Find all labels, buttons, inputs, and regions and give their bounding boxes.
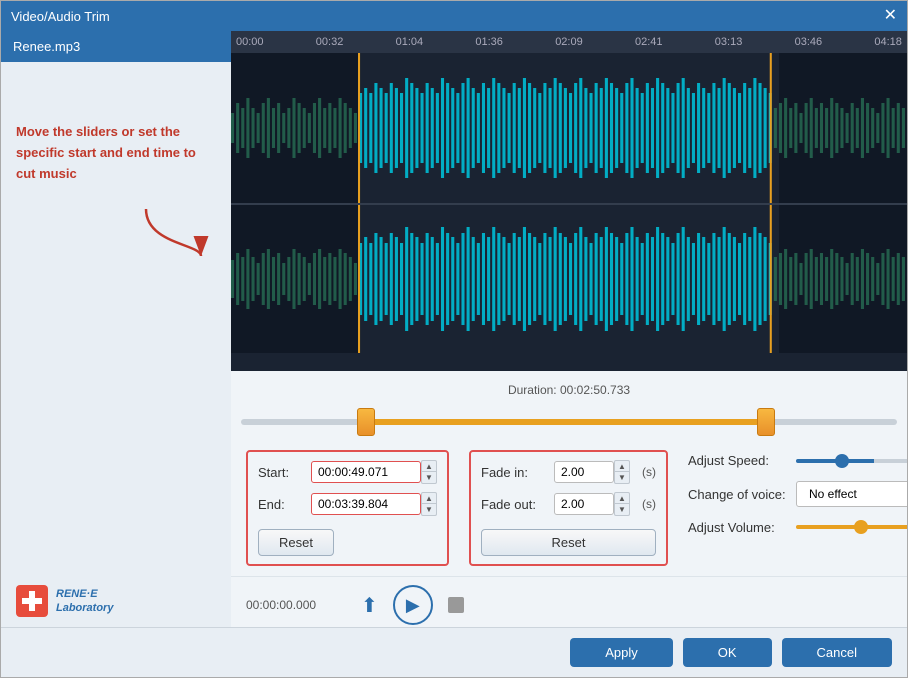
time-mark-2: 01:04 [396,36,424,48]
waveform-svg-2 [231,205,907,353]
time-mark-8: 04:18 [874,36,902,48]
spacer2 [258,516,437,524]
fade-in-input-group: ▲ ▼ [554,460,630,484]
end-spinner: ▲ ▼ [421,492,437,516]
arrow-area [16,204,216,264]
logo-icon [16,585,48,617]
main-area: Renee.mp3 Move the sliders or set the sp… [1,31,907,627]
time-mark-5: 02:41 [635,36,663,48]
speed-slider[interactable] [796,459,907,463]
logo-line1: RENE·E [56,587,113,601]
content-area: 00:00 00:32 01:04 01:36 02:09 02:41 03:1… [231,31,907,627]
end-input-group: ▲ ▼ [311,492,437,516]
timeline: 00:00 00:32 01:04 01:36 02:09 02:41 03:1… [231,31,907,53]
slider-area [231,409,907,440]
fade-in-unit: (s) [642,465,656,479]
speed-row: Adjust Speed: X ▶ [688,450,907,471]
fade-in-row: Fade in: ▲ ▼ (s) [481,460,656,484]
fade-reset-button[interactable]: Reset [481,529,656,556]
start-row: Start: ▲ ▼ [258,460,437,484]
sidebar-filename: Renee.mp3 [1,31,231,62]
left-trim-handle[interactable] [357,408,375,436]
speed-label: Adjust Speed: [688,453,788,468]
waveform-track-1 [231,53,907,203]
footer: Apply OK Cancel [1,627,907,677]
time-mark-0: 00:00 [236,36,264,48]
fade-out-input[interactable] [554,493,614,515]
hint-text: Move the sliders or set the specific sta… [16,122,216,184]
playback-row: 00:00:00.000 ⬆ ▶ [231,576,907,627]
waveform-track-2 [231,205,907,353]
fade-in-input[interactable] [554,461,614,483]
duration-value: 00:02:50.733 [560,383,630,397]
volume-row: Adjust Volume: % [688,517,907,537]
params-area: Start: ▲ ▼ End: [231,440,907,576]
arrow-icon [136,204,216,264]
duration-row: Duration: 00:02:50.733 [231,371,907,409]
start-decrement[interactable]: ▼ [421,472,437,484]
spacer [258,484,437,492]
logo-text: RENE·E Laboratory [56,587,113,616]
start-label: Start: [258,465,303,480]
time-mark-3: 01:36 [475,36,503,48]
fade-params-box: Fade in: ▲ ▼ (s) Fade out: [469,450,668,566]
right-params: Adjust Speed: X ▶ Change of voice: No ef… [688,450,907,566]
time-mark-7: 03:46 [795,36,823,48]
voice-row: Change of voice: No effect Male Female C… [688,481,907,507]
fade-in-label: Fade in: [481,465,546,480]
volume-slider[interactable] [796,525,907,529]
fade-out-label: Fade out: [481,497,546,512]
fade-in-decrement[interactable]: ▼ [614,472,630,484]
export-icon[interactable]: ⬆ [361,593,378,618]
fade-in-spinner: ▲ ▼ [614,460,630,484]
slider-fill [366,419,766,425]
slider-track[interactable] [241,419,897,425]
fade-in-increment[interactable]: ▲ [614,460,630,472]
end-input[interactable] [311,493,421,515]
fade-out-decrement[interactable]: ▼ [614,504,630,516]
voice-select[interactable]: No effect Male Female Child [796,481,907,507]
logo-line2: Laboratory [56,601,113,615]
end-increment[interactable]: ▲ [421,492,437,504]
sidebar: Renee.mp3 Move the sliders or set the sp… [1,31,231,627]
fade-out-row: Fade out: ▲ ▼ (s) [481,492,656,516]
waveform-container: 00:00 00:32 01:04 01:36 02:09 02:41 03:1… [231,31,907,371]
duration-display: Duration: 00:02:50.733 [508,383,630,397]
play-button[interactable]: ▶ [393,585,433,625]
title-bar: Video/Audio Trim ✕ [1,1,907,31]
end-row: End: ▲ ▼ [258,492,437,516]
ok-button[interactable]: OK [683,638,772,667]
end-label: End: [258,497,303,512]
logo-area: RENE·E Laboratory [1,575,231,627]
start-input[interactable] [311,461,421,483]
fade-out-unit: (s) [642,497,656,511]
window: Video/Audio Trim ✕ Renee.mp3 Move the sl… [0,0,908,678]
cancel-button[interactable]: Cancel [782,638,892,667]
waveform-svg-1 [231,53,907,203]
right-trim-handle[interactable] [757,408,775,436]
time-mark-6: 03:13 [715,36,743,48]
duration-label-text: Duration: [508,383,557,397]
sidebar-hint: Move the sliders or set the specific sta… [1,62,231,575]
fade-out-input-group: ▲ ▼ [554,492,630,516]
start-increment[interactable]: ▲ [421,460,437,472]
apply-button[interactable]: Apply [570,638,673,667]
time-mark-1: 00:32 [316,36,344,48]
start-input-group: ▲ ▼ [311,460,437,484]
close-button[interactable]: ✕ [884,8,897,24]
voice-label: Change of voice: [688,487,788,502]
trim-params-box: Start: ▲ ▼ End: [246,450,449,566]
time-mark-4: 02:09 [555,36,583,48]
plus-medical-icon [20,589,44,613]
fade-out-spinner: ▲ ▼ [614,492,630,516]
trim-reset-button[interactable]: Reset [258,529,334,556]
window-title: Video/Audio Trim [11,9,110,24]
end-decrement[interactable]: ▼ [421,504,437,516]
start-spinner: ▲ ▼ [421,460,437,484]
fade-out-increment[interactable]: ▲ [614,492,630,504]
timeline-marks: 00:00 00:32 01:04 01:36 02:09 02:41 03:1… [236,36,902,48]
stop-button[interactable] [448,597,464,613]
volume-label: Adjust Volume: [688,520,788,535]
playback-time: 00:00:00.000 [246,598,346,612]
